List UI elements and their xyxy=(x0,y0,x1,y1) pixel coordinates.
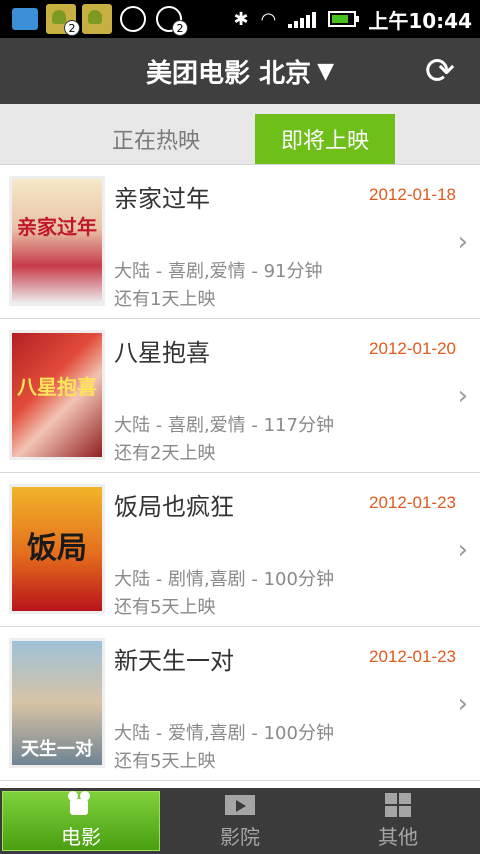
message-icon: 2 xyxy=(154,4,188,36)
movie-info: 大陆 - 剧情,喜剧 - 100分钟 xyxy=(114,569,334,590)
release-countdown: 还有5天上映 xyxy=(114,751,216,772)
android-notification-icon: 2 xyxy=(46,4,80,36)
upload-icon xyxy=(118,4,148,34)
movie-row[interactable]: 天生一对 新天生一对 2012-01-23 大陆 - 爱情,喜剧 - 100分钟… xyxy=(0,627,480,781)
nav-cinemas[interactable]: 影院 xyxy=(161,788,319,854)
movie-poster: 饭局 xyxy=(9,484,105,614)
release-date: 2012-01-18 xyxy=(369,185,456,204)
nav-label: 其他 xyxy=(378,824,418,849)
app-header: 美团电影 北京 ▼ ⟳ xyxy=(0,38,480,104)
movie-row[interactable]: 饭局 饭局也疯狂 2012-01-23 大陆 - 剧情,喜剧 - 100分钟 还… xyxy=(0,473,480,627)
system-icons: ✱ ◠ 上午10:44 xyxy=(234,2,472,36)
movie-info: 大陆 - 喜剧,爱情 - 91分钟 xyxy=(114,261,323,282)
poster-title: 天生一对 xyxy=(21,739,93,760)
notification-badge: 2 xyxy=(64,20,80,36)
movie-poster: 天生一对 xyxy=(9,638,105,768)
movie-info: 大陆 - 爱情,喜剧 - 100分钟 xyxy=(114,723,334,744)
clock: 上午10:44 xyxy=(368,8,472,33)
movie-title: 八星抱喜 xyxy=(114,339,210,367)
tab-bar: 正在热映 即将上映 xyxy=(0,104,480,165)
movie-title: 亲家过年 xyxy=(114,185,210,213)
chat-notification-icon xyxy=(10,4,40,34)
movie-info: 大陆 - 喜剧,爱情 - 117分钟 xyxy=(114,415,334,436)
bluetooth-icon: ✱ xyxy=(233,8,249,30)
cinema-screen-icon xyxy=(223,793,257,817)
nav-other[interactable]: 其他 xyxy=(319,788,477,854)
tab-coming-soon[interactable]: 即将上映 xyxy=(255,114,395,164)
refresh-button[interactable]: ⟳ xyxy=(420,52,460,92)
chevron-right-icon: › xyxy=(457,227,468,257)
poster-title: 八星抱喜 xyxy=(17,375,97,399)
tab-now-showing[interactable]: 正在热映 xyxy=(86,114,226,164)
page-title: 美团电影 北京 xyxy=(146,58,312,89)
chevron-right-icon: › xyxy=(457,381,468,411)
movie-title: 新天生一对 xyxy=(114,647,234,675)
poster-title: 饭局 xyxy=(27,531,87,566)
release-date: 2012-01-20 xyxy=(369,339,456,358)
movie-row[interactable]: 亲家过年 亲家过年 2012-01-18 大陆 - 喜剧,爱情 - 91分钟 还… xyxy=(0,165,480,319)
movie-title: 饭局也疯狂 xyxy=(114,493,234,521)
battery-icon xyxy=(328,11,360,27)
movie-poster: 八星抱喜 xyxy=(9,330,105,460)
nav-movies[interactable]: 电影 xyxy=(2,790,160,851)
movie-camera-icon xyxy=(64,790,98,817)
movie-list: 亲家过年 亲家过年 2012-01-18 大陆 - 喜剧,爱情 - 91分钟 还… xyxy=(0,165,480,781)
wifi-icon: ◠ xyxy=(260,8,277,30)
status-bar: 2 2 ✱ ◠ 上午10:44 xyxy=(0,0,480,38)
notification-badge: 2 xyxy=(172,20,188,36)
release-countdown: 还有2天上映 xyxy=(114,443,216,464)
nav-label: 电影 xyxy=(61,824,101,849)
release-date: 2012-01-23 xyxy=(369,493,456,512)
notification-icons: 2 2 xyxy=(10,4,188,36)
city-selector[interactable]: 美团电影 北京 ▼ xyxy=(0,38,480,104)
movie-poster: 亲家过年 xyxy=(9,176,105,306)
bottom-nav: 电影 影院 其他 xyxy=(0,788,480,854)
release-date: 2012-01-23 xyxy=(369,647,456,666)
poster-title: 亲家过年 xyxy=(17,215,97,239)
movie-row[interactable]: 八星抱喜 八星抱喜 2012-01-20 大陆 - 喜剧,爱情 - 117分钟 … xyxy=(0,319,480,473)
nav-label: 影院 xyxy=(220,824,260,849)
android-notification-icon xyxy=(82,4,112,34)
chevron-right-icon: › xyxy=(457,689,468,719)
chevron-right-icon: › xyxy=(457,535,468,565)
dropdown-arrow-icon: ▼ xyxy=(317,58,334,84)
release-countdown: 还有5天上映 xyxy=(114,597,216,618)
grid-icon xyxy=(385,792,411,817)
signal-icon xyxy=(288,10,317,28)
release-countdown: 还有1天上映 xyxy=(114,289,216,310)
refresh-icon: ⟳ xyxy=(424,51,456,92)
